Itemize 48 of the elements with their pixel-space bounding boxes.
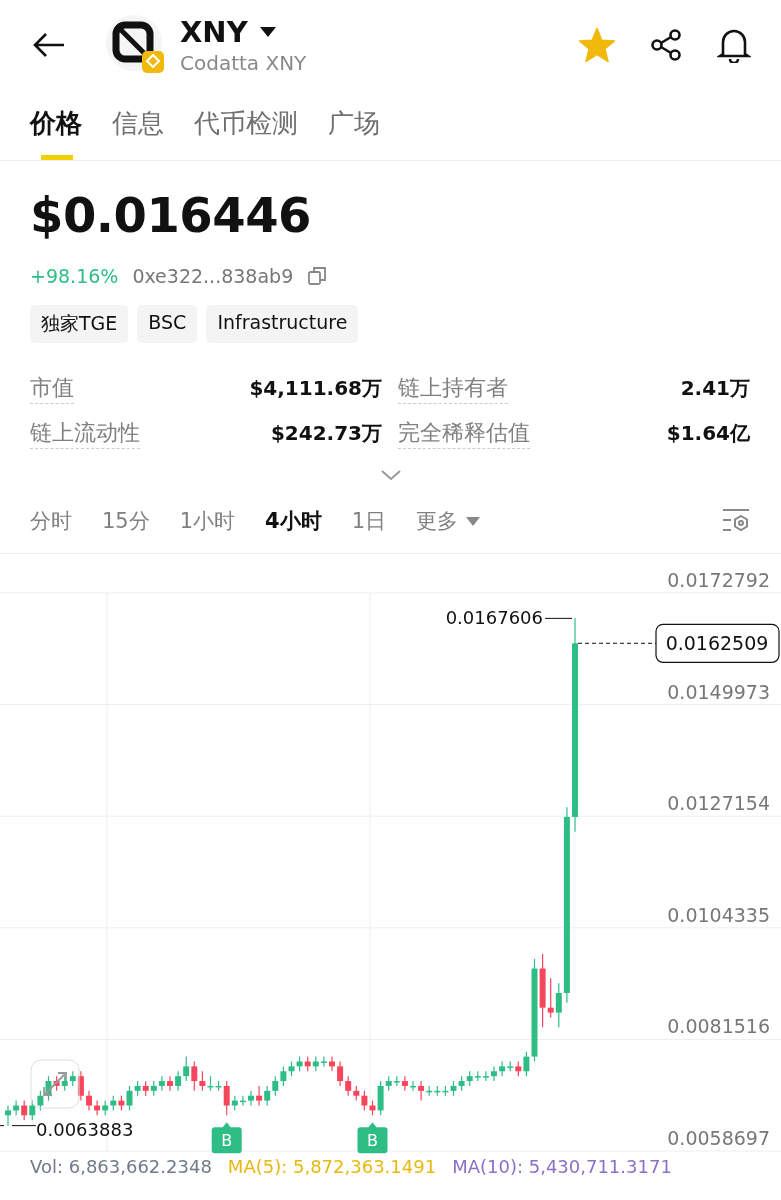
indicator-reading: Vol: 6,863,662.2348 [30,1156,212,1177]
y-axis-label: 0.0058697 [667,1127,770,1149]
chevron-down-icon[interactable] [379,469,402,481]
indicator-reading: MA(5): 5,872,363.1491 [227,1156,437,1177]
tab[interactable]: 信息 [112,100,164,160]
tab[interactable]: 价格 [30,100,82,160]
stat-value: $4,111.68万 [249,375,382,402]
back-icon[interactable] [32,32,66,58]
contract-address: 0xe322...838ab9 [132,265,294,287]
expand-icon[interactable] [30,1059,80,1109]
tab[interactable]: 代币检测 [194,100,298,160]
stat-label: 完全稀释估值 [398,418,530,449]
share-icon[interactable] [649,28,683,62]
price-annotation: 0.0063883 [0,1118,134,1140]
indicator-reading: MA(10): 5,430,711.3171 [452,1156,672,1177]
stat-label: 链上持有者 [398,373,508,404]
price-change: +98.16% [30,265,119,287]
y-axis-label: 0.0149973 [667,680,770,703]
last-price-label: 0.0162509 [655,623,780,663]
copy-icon[interactable] [307,266,328,286]
interval-tab[interactable]: 4小时 [265,507,322,535]
tag[interactable]: BSC [137,305,198,343]
stat-value: 2.41万 [680,375,750,402]
tag[interactable]: Infrastructure [206,305,359,343]
stat-label: 链上流动性 [30,418,140,449]
bell-icon[interactable] [717,27,751,63]
token-symbol[interactable]: XNY [180,15,248,49]
caret-icon[interactable] [259,27,276,37]
stat-value: $1.64亿 [666,420,750,447]
token-name: Codatta XNY [180,51,307,75]
stat-label: 市值 [30,373,74,404]
y-axis-label: 0.0172792 [667,569,770,591]
y-axis-label: 0.0081516 [667,1015,770,1038]
price-annotation: 0.0167606 [445,607,573,629]
price: $0.016446 [30,187,312,243]
y-axis-label: 0.0104335 [667,903,770,926]
tag[interactable]: 独家TGE [30,305,129,343]
interval-tab[interactable]: 1小时 [179,507,236,535]
interval-tab[interactable]: 15分 [102,507,150,535]
interval-tab[interactable]: 1日 [351,507,387,535]
interval-tab[interactable]: 更多 [416,507,481,535]
tab[interactable]: 广场 [328,100,380,160]
stat-value: $242.73万 [270,420,382,447]
y-axis-label: 0.0127154 [667,792,770,815]
star-icon[interactable] [579,28,615,62]
caret-icon [466,516,481,526]
token-logo-icon [106,15,166,75]
interval-tab[interactable]: 分时 [30,507,72,535]
